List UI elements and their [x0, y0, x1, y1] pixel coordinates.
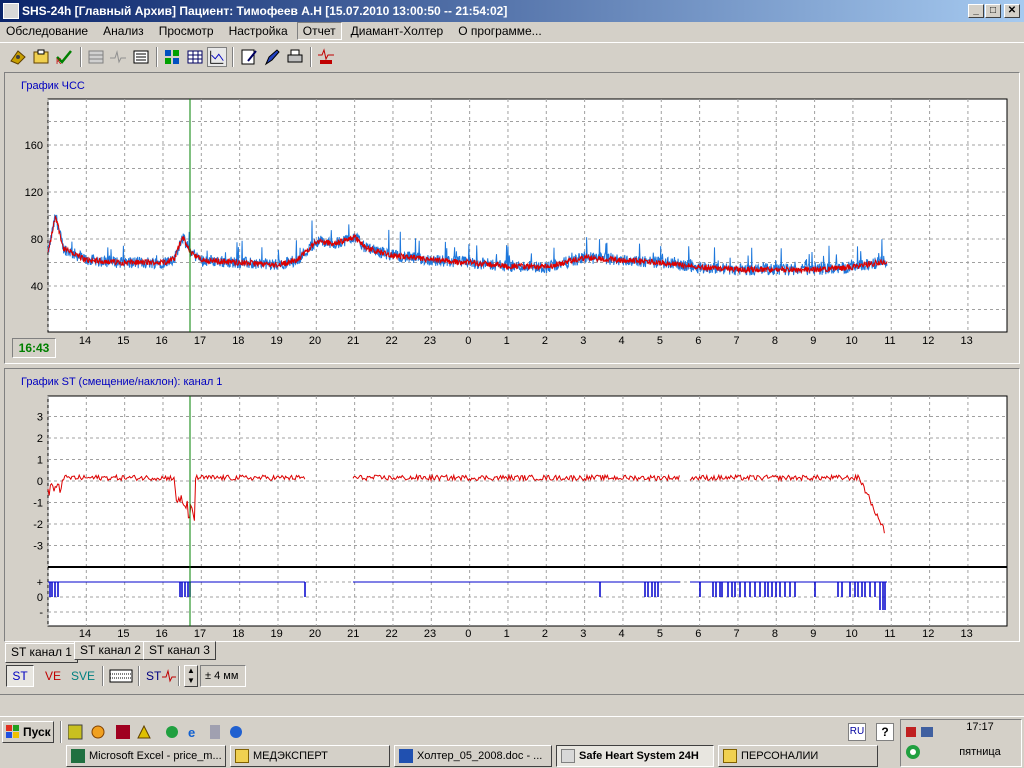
hr-x-tick: 7 — [734, 335, 740, 347]
hr-x-tick: 21 — [347, 335, 359, 347]
start-button[interactable]: Пуск — [2, 721, 54, 743]
tray-status-icon[interactable] — [905, 744, 921, 760]
hr-x-tick: 8 — [772, 335, 778, 347]
hr-x-tick: 4 — [619, 335, 625, 347]
folder-icon — [723, 749, 737, 763]
range-value: ± 4 мм — [200, 665, 246, 687]
range-spinner[interactable]: ▲ ▼ — [184, 665, 198, 687]
hr-x-tick: 3 — [580, 335, 586, 347]
tab-st-channel-3[interactable]: ST канал 3 — [143, 641, 216, 660]
clock[interactable]: 17:17 — [955, 721, 1005, 733]
windows-logo-icon — [6, 725, 19, 738]
st-chart-title: График ST (смещение/наклон): канал 1 — [21, 376, 223, 388]
start-label: Пуск — [23, 725, 51, 739]
hr-x-tick: 11 — [884, 335, 895, 347]
toolbar-separator — [102, 666, 104, 686]
day-of-week: пятница — [959, 746, 1001, 758]
st-chart-frame — [4, 368, 1020, 642]
tab-st-channel-2[interactable]: ST канал 2 — [74, 641, 147, 660]
quick-launch-archive-icon — [137, 724, 151, 739]
hr-x-tick: 13 — [960, 335, 972, 347]
sve-button[interactable]: SVE — [68, 665, 98, 687]
help-icon[interactable]: ? — [876, 723, 894, 741]
word-icon — [399, 749, 413, 763]
hr-x-tick: 6 — [695, 335, 701, 347]
hr-plot-area — [47, 98, 1008, 333]
grid-pattern-icon[interactable] — [109, 668, 133, 684]
excel-icon — [71, 749, 85, 763]
hr-x-tick: 14 — [79, 335, 91, 347]
hr-x-tick: 17 — [194, 335, 206, 347]
hr-y-tick: 40 — [31, 281, 43, 293]
hr-x-tick: 9 — [810, 335, 816, 347]
hr-x-tick: 15 — [117, 335, 129, 347]
quick-launch-ie2-icon — [230, 726, 242, 738]
taskbar: Пуск e RU ? 17:17 пятница Microsoft Exce… — [0, 716, 1024, 768]
folder-icon — [235, 749, 249, 763]
shs-app-icon — [561, 749, 575, 763]
st-ecg-icon[interactable] — [162, 669, 176, 683]
ve-button[interactable]: VE — [40, 665, 66, 687]
taskbar-medexpert[interactable]: МЕДЭКСПЕРТ — [230, 745, 390, 767]
hr-x-tick: 18 — [232, 335, 244, 347]
quick-launch-calc-icon — [210, 725, 220, 739]
hr-x-tick: 0 — [465, 335, 471, 347]
hr-x-tick: 1 — [504, 335, 510, 347]
hr-x-tick: 12 — [922, 335, 934, 347]
hr-x-tick: 10 — [845, 335, 857, 347]
taskbar-excel[interactable]: Microsoft Excel - price_m... — [66, 745, 226, 767]
hr-y-tick: 80 — [31, 234, 43, 246]
language-indicator[interactable]: RU — [848, 723, 866, 741]
hr-x-tick: 20 — [309, 335, 321, 347]
st-mode-button[interactable]: ST — [6, 665, 34, 687]
hr-x-tick: 22 — [386, 335, 398, 347]
status-bar — [0, 694, 1024, 714]
toolbar-separator — [178, 666, 180, 686]
quick-launch-notepad-icon — [68, 724, 83, 740]
toolbar-separator — [138, 666, 140, 686]
taskbar-safe-heart[interactable]: Safe Heart System 24H — [556, 745, 714, 767]
quick-launch[interactable]: e — [68, 724, 248, 740]
hr-x-tick: 2 — [542, 335, 548, 347]
quick-launch-ie-icon: e — [188, 725, 195, 740]
hr-y-tick: 120 — [25, 187, 43, 199]
taskbar-separator — [60, 721, 62, 743]
quick-launch-clock-icon — [166, 726, 178, 738]
quick-launch-mail-icon — [91, 725, 105, 739]
cursor-time-readout: 16:43 — [12, 338, 56, 358]
taskbar-personalii[interactable]: ПЕРСОНАЛИИ — [718, 745, 878, 767]
hr-x-tick: 5 — [657, 335, 663, 347]
st-toolbar: ST VE SVE ST ▲ ▼ ± 4 мм — [0, 660, 1024, 690]
hr-x-tick: 23 — [424, 335, 436, 347]
taskbar-word-doc[interactable]: Холтер_05_2008.doc - ... — [394, 745, 552, 767]
hr-x-tick: 16 — [156, 335, 168, 347]
hr-y-tick: 160 — [25, 140, 43, 152]
quick-launch-save-icon — [116, 725, 130, 739]
hr-x-tick: 19 — [271, 335, 283, 347]
tray-network-icon[interactable] — [905, 725, 939, 741]
